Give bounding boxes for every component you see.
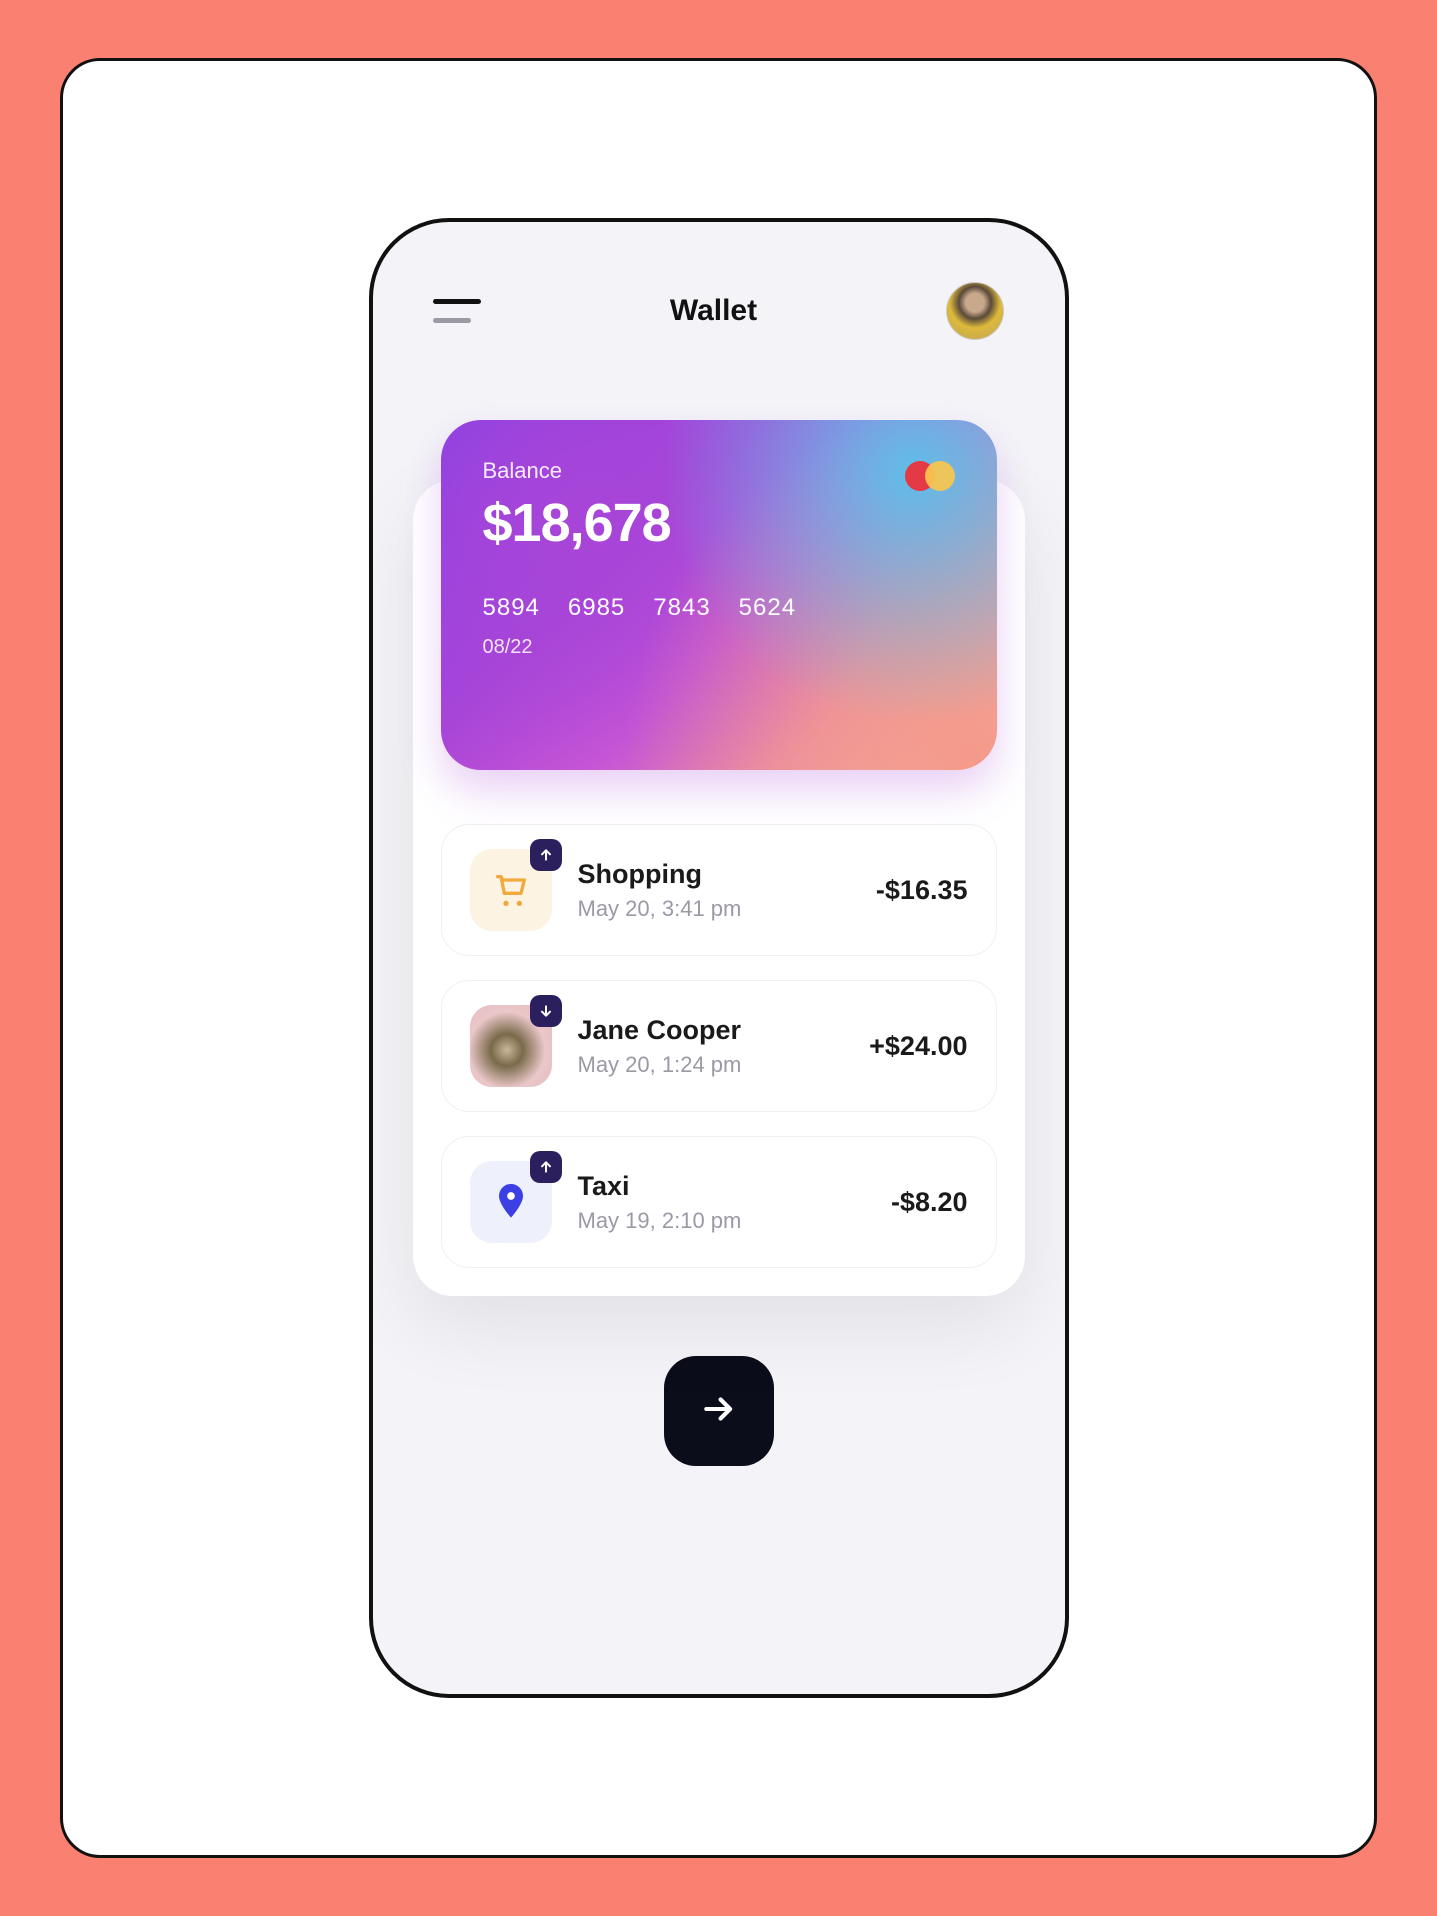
transaction-info: Jane Cooper May 20, 1:24 pm: [578, 1015, 870, 1078]
menu-icon[interactable]: [433, 295, 481, 327]
transaction-amount: -$16.35: [876, 875, 968, 906]
transaction-info: Shopping May 20, 3:41 pm: [578, 859, 876, 922]
transaction-list: Shopping May 20, 3:41 pm -$16.35: [441, 824, 997, 1268]
card-expiry: 08/22: [483, 636, 955, 659]
balance-amount: $18,678: [483, 492, 955, 554]
arrow-right-icon: [700, 1390, 738, 1433]
presentation-frame: Wallet Balance $18,678 5894 6985 7843: [60, 58, 1377, 1858]
transaction-row[interactable]: Jane Cooper May 20, 1:24 pm +$24.00: [441, 980, 997, 1112]
main-panel: Balance $18,678 5894 6985 7843 5624 08/2…: [413, 480, 1025, 1296]
balance-card[interactable]: Balance $18,678 5894 6985 7843 5624 08/2…: [441, 420, 997, 770]
phone-frame: Wallet Balance $18,678 5894 6985 7843: [369, 218, 1069, 1698]
next-button[interactable]: [664, 1356, 774, 1466]
screen: Wallet Balance $18,678 5894 6985 7843: [373, 262, 1065, 1654]
card-number-group: 6985: [568, 594, 625, 622]
transaction-info: Taxi May 19, 2:10 pm: [578, 1171, 891, 1234]
transaction-title: Shopping: [578, 859, 876, 890]
transaction-amount: +$24.00: [869, 1031, 967, 1062]
transaction-title: Jane Cooper: [578, 1015, 870, 1046]
avatar[interactable]: [946, 282, 1004, 340]
card-number-group: 5624: [739, 594, 796, 622]
transaction-date: May 20, 1:24 pm: [578, 1052, 870, 1078]
pin-icon: [470, 1161, 552, 1243]
transaction-date: May 20, 3:41 pm: [578, 896, 876, 922]
arrow-up-icon: [530, 839, 562, 871]
transaction-amount: -$8.20: [891, 1187, 968, 1218]
content: Balance $18,678 5894 6985 7843 5624 08/2…: [373, 360, 1065, 1654]
header: Wallet: [373, 262, 1065, 360]
transaction-date: May 19, 2:10 pm: [578, 1208, 891, 1234]
transaction-row[interactable]: Shopping May 20, 3:41 pm -$16.35: [441, 824, 997, 956]
arrow-down-icon: [530, 995, 562, 1027]
transaction-title: Taxi: [578, 1171, 891, 1202]
card-number-group: 7843: [653, 594, 710, 622]
transaction-row[interactable]: Taxi May 19, 2:10 pm -$8.20: [441, 1136, 997, 1268]
balance-label: Balance: [483, 458, 955, 484]
cart-icon: [470, 849, 552, 931]
card-number: 5894 6985 7843 5624: [483, 594, 955, 622]
arrow-up-icon: [530, 1151, 562, 1183]
page-title: Wallet: [670, 294, 757, 328]
person-avatar-icon: [470, 1005, 552, 1087]
card-number-group: 5894: [483, 594, 540, 622]
